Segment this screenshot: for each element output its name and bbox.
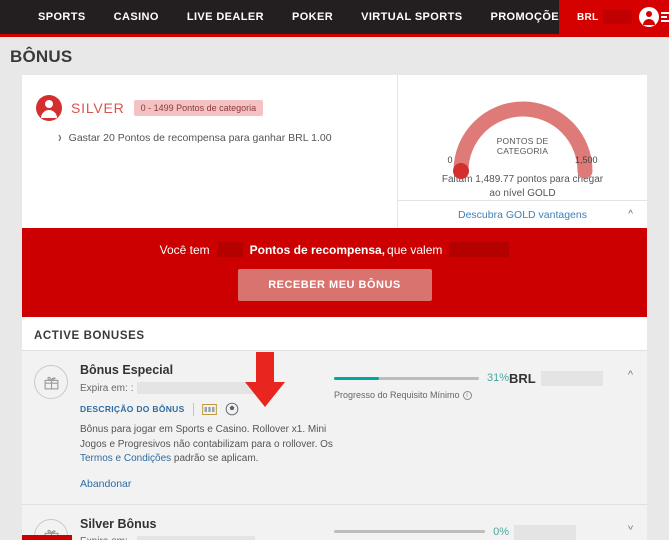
table-row: Bônus Especial Expira em: : DESCRIÇÃO DO… bbox=[22, 350, 647, 504]
nav-item-poker[interactable]: POKER bbox=[292, 11, 333, 23]
promo-strong-text: Pontos de recompensa, bbox=[249, 242, 386, 257]
page-title: BÔNUS bbox=[10, 47, 73, 66]
nav-item-casino[interactable]: CASINO bbox=[114, 11, 159, 23]
promo-value-redacted bbox=[449, 242, 510, 257]
promo-prefix: Você tem bbox=[159, 242, 210, 257]
hamburger-icon[interactable] bbox=[661, 12, 669, 22]
bonus-description-text: Bônus para jogar em Sports e Casino. Rol… bbox=[80, 423, 334, 467]
chevron-right-icon: › bbox=[58, 129, 62, 147]
gauge-center-label: PONTOS DE CATEGORIA bbox=[398, 136, 647, 157]
expiry-row: Expira em: : bbox=[80, 382, 334, 394]
active-bonuses-heading: ACTIVE BONUSES bbox=[22, 317, 647, 350]
bonus-main-1: Bônus Especial Expira em: : DESCRIÇÃO DO… bbox=[80, 363, 334, 492]
progress-caption-text: Progresso do Requisito Mínimo bbox=[334, 390, 460, 400]
gauge-svg bbox=[452, 101, 592, 179]
tier-row: SILVER 0 - 1499 Pontos de categoria bbox=[36, 95, 397, 121]
amount-column-2 bbox=[509, 517, 637, 540]
content-wrapper: SILVER 0 - 1499 Pontos de categoria › Ga… bbox=[22, 75, 647, 540]
soccer-ball-icon[interactable] bbox=[225, 402, 239, 416]
status-card-right: PONTOS DE CATEGORIA 0 1,500 Faltam 1,489… bbox=[397, 75, 647, 228]
nav-item-live-dealer[interactable]: LIVE DEALER bbox=[187, 11, 264, 23]
expiry-label: Expira em: bbox=[80, 382, 128, 394]
tier-avatar-icon bbox=[36, 95, 62, 121]
slot-machine-icon[interactable] bbox=[201, 403, 217, 416]
gift-icon bbox=[34, 365, 68, 399]
spend-points-row[interactable]: › Gastar 20 Pontos de recompensa para ga… bbox=[58, 129, 397, 147]
balance-redacted bbox=[603, 10, 632, 24]
expiry-row: Expira em: · bbox=[80, 535, 334, 540]
currency-label: BRL bbox=[577, 11, 599, 23]
terms-link[interactable]: Termos e Condições bbox=[80, 453, 171, 464]
category-points-gauge: PONTOS DE CATEGORIA 0 1,500 bbox=[398, 85, 647, 181]
tier-points-badge: 0 - 1499 Pontos de categoria bbox=[133, 100, 264, 116]
account-area[interactable]: BRL bbox=[559, 0, 669, 34]
reward-points-line: Você tem Pontos de recompensa, que valem bbox=[22, 242, 647, 257]
top-navigation-bar: SPORTS CASINO LIVE DEALER POKER VIRTUAL … bbox=[0, 0, 669, 34]
bonus-body-before: Bônus para jogar em Sports e Casino. Rol… bbox=[80, 424, 333, 450]
promo-points-redacted bbox=[216, 242, 243, 257]
expiry-label: Expira em: bbox=[80, 536, 128, 540]
bonus-body-after: padrão se aplicam. bbox=[171, 453, 259, 464]
progress-percent: 31% bbox=[486, 372, 509, 384]
abandon-bonus-link[interactable]: Abandonar bbox=[80, 478, 131, 490]
expiry-redacted bbox=[136, 382, 255, 394]
expiry-redacted bbox=[137, 535, 256, 540]
bottom-accent-bar bbox=[22, 535, 72, 540]
spend-points-text: Gastar 20 Pontos de recompensa para ganh… bbox=[68, 132, 332, 144]
expiry-value: : bbox=[130, 382, 134, 394]
discover-gold-row[interactable]: Descubra GOLD vantagens ^ bbox=[398, 200, 647, 228]
progress-column-1: 31% Progresso do Requisito Mínimo i bbox=[334, 363, 509, 492]
nav-item-virtual-sports[interactable]: VIRTUAL SPORTS bbox=[361, 11, 462, 23]
progress-column-2: 0% Progresso do Requisito Mínimo i bbox=[334, 517, 509, 540]
amount-redacted bbox=[514, 524, 576, 540]
claim-bonus-button[interactable]: RECEBER MEU BÔNUS bbox=[237, 269, 432, 301]
progress-bar-line: 31% bbox=[334, 372, 509, 384]
amount-column-1: BRL bbox=[509, 363, 637, 492]
bonus-description-link[interactable]: DESCRIÇÃO DO BÔNUS bbox=[80, 404, 185, 414]
bonus-main-2: Silver Bônus Expira em: · DESCRIÇÃO DO B… bbox=[80, 517, 334, 540]
amount-currency: BRL bbox=[509, 371, 536, 386]
expiry-value: · bbox=[131, 536, 134, 540]
nav-item-sports[interactable]: SPORTS bbox=[38, 11, 86, 23]
progress-bar-fill bbox=[334, 376, 379, 380]
bonus-name: Bônus Especial bbox=[80, 363, 174, 377]
chevron-up-icon[interactable]: ^ bbox=[628, 369, 633, 381]
progress-percent: 0% bbox=[493, 525, 509, 538]
loyalty-status-card: SILVER 0 - 1499 Pontos de categoria › Ga… bbox=[22, 75, 647, 228]
info-icon[interactable]: i bbox=[462, 390, 472, 400]
nav-items: SPORTS CASINO LIVE DEALER POKER VIRTUAL … bbox=[0, 0, 567, 34]
bonus-description-row: DESCRIÇÃO DO BÔNUS bbox=[80, 402, 334, 416]
gauge-note-line2: ao nível GOLD bbox=[489, 187, 556, 199]
table-row: Silver Bônus Expira em: · DESCRIÇÃO DO B… bbox=[22, 503, 647, 540]
chevron-down-icon[interactable]: ^ bbox=[628, 519, 633, 531]
divider bbox=[192, 402, 194, 416]
amount-redacted bbox=[540, 371, 603, 386]
user-avatar-icon[interactable] bbox=[639, 7, 659, 27]
promo-suffix: que valem bbox=[387, 242, 443, 257]
gauge-scale: 0 1,500 bbox=[448, 155, 598, 165]
discover-gold-link[interactable]: Descubra GOLD vantagens bbox=[458, 209, 587, 221]
progress-bar-track bbox=[334, 376, 479, 380]
gauge-max-label: 1,500 bbox=[574, 155, 598, 165]
progress-bar-line: 0% bbox=[334, 526, 509, 538]
gauge-min-label: 0 bbox=[447, 155, 453, 165]
tier-name: SILVER bbox=[71, 100, 125, 116]
bonus-name: Silver Bônus bbox=[80, 516, 157, 531]
progress-caption: Progresso do Requisito Mínimo i bbox=[334, 390, 509, 400]
reward-points-banner: Você tem Pontos de recompensa, que valem… bbox=[22, 228, 647, 317]
chevron-up-icon[interactable]: ^ bbox=[628, 209, 633, 220]
nav-item-promocoes[interactable]: PROMOÇÕES bbox=[490, 11, 566, 23]
progress-bar-track bbox=[334, 530, 486, 533]
status-card-left: SILVER 0 - 1499 Pontos de categoria › Ga… bbox=[22, 75, 397, 228]
